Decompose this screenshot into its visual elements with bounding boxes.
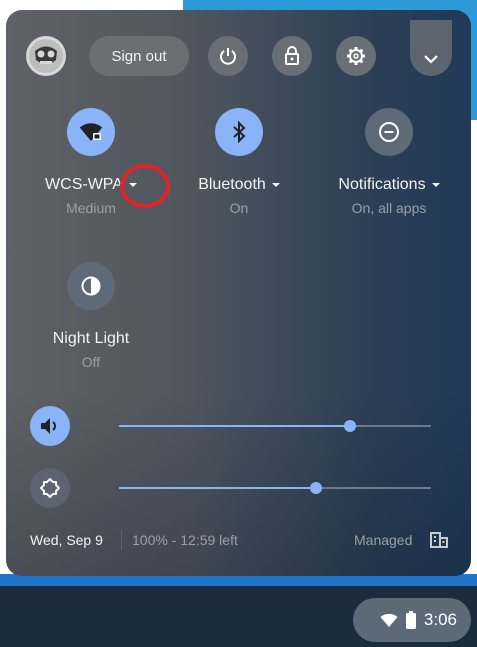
brightness-button xyxy=(30,468,70,508)
volume-slider[interactable] xyxy=(119,420,431,432)
network-toggle[interactable] xyxy=(67,108,115,156)
managed-label[interactable]: Managed xyxy=(354,532,412,548)
notifications-status: On, all apps xyxy=(351,200,427,216)
status-area-button[interactable]: 3:06 xyxy=(353,598,471,642)
status-footer: Wed, Sep 9 100% - 12:59 left Managed xyxy=(6,528,471,554)
brightness-thumb[interactable] xyxy=(309,482,322,494)
notifications-toggle[interactable] xyxy=(365,108,413,156)
sign-out-button[interactable]: Sign out xyxy=(89,36,189,76)
brightness-row xyxy=(6,468,471,508)
bluetooth-tile: Bluetooth On xyxy=(164,108,314,216)
bluetooth-toggle[interactable] xyxy=(215,108,263,156)
date-label[interactable]: Wed, Sep 9 xyxy=(30,532,103,548)
notifications-label-row[interactable]: Notifications xyxy=(314,176,464,194)
settings-button[interactable] xyxy=(336,36,376,76)
notifications-label: Notifications xyxy=(338,176,426,193)
collapse-button[interactable] xyxy=(410,20,452,76)
highlight-circle xyxy=(120,164,170,208)
night-light-icon xyxy=(81,276,101,296)
do-not-disturb-icon xyxy=(379,122,399,142)
night-light-toggle[interactable] xyxy=(67,262,115,310)
caret-down-icon xyxy=(431,183,440,187)
bluetooth-status: On xyxy=(229,200,249,216)
clock-time: 3:06 xyxy=(423,610,457,629)
notifications-tile: Notifications On, all apps xyxy=(314,108,464,216)
wifi-icon xyxy=(380,613,398,627)
avatar[interactable] xyxy=(26,36,66,76)
gear-icon xyxy=(347,47,365,65)
volume-row xyxy=(6,406,471,446)
bluetooth-label: Bluetooth xyxy=(198,176,266,193)
battery-status: 100% - 12:59 left xyxy=(132,532,238,548)
caret-down-icon xyxy=(271,183,280,187)
volume-thumb[interactable] xyxy=(343,420,356,432)
quick-settings-panel: Sign out WCS-WPA Medium Bluetooth On Not… xyxy=(6,10,471,576)
mute-button[interactable] xyxy=(30,406,70,446)
chevron-down-icon xyxy=(424,55,438,64)
bluetooth-label-row[interactable]: Bluetooth xyxy=(164,176,314,194)
managed-icon[interactable] xyxy=(430,531,448,549)
night-light-status: Off xyxy=(81,354,101,370)
night-light-tile: Night Light Off xyxy=(16,262,166,370)
battery-icon xyxy=(405,611,416,629)
power-button[interactable] xyxy=(208,36,248,76)
bluetooth-icon xyxy=(233,121,246,143)
network-name: WCS-WPA xyxy=(45,176,123,193)
footer-divider xyxy=(121,530,122,550)
volume-fill xyxy=(119,425,350,427)
power-icon xyxy=(220,48,236,65)
brightness-icon xyxy=(40,478,60,498)
lock-button[interactable] xyxy=(272,36,312,76)
avatar-icon xyxy=(29,39,63,73)
brightness-fill xyxy=(119,487,316,489)
volume-icon xyxy=(41,418,56,434)
lock-icon xyxy=(285,46,299,65)
wifi-icon xyxy=(79,123,103,141)
night-light-label: Night Light xyxy=(52,330,130,347)
brightness-slider[interactable] xyxy=(119,482,431,494)
